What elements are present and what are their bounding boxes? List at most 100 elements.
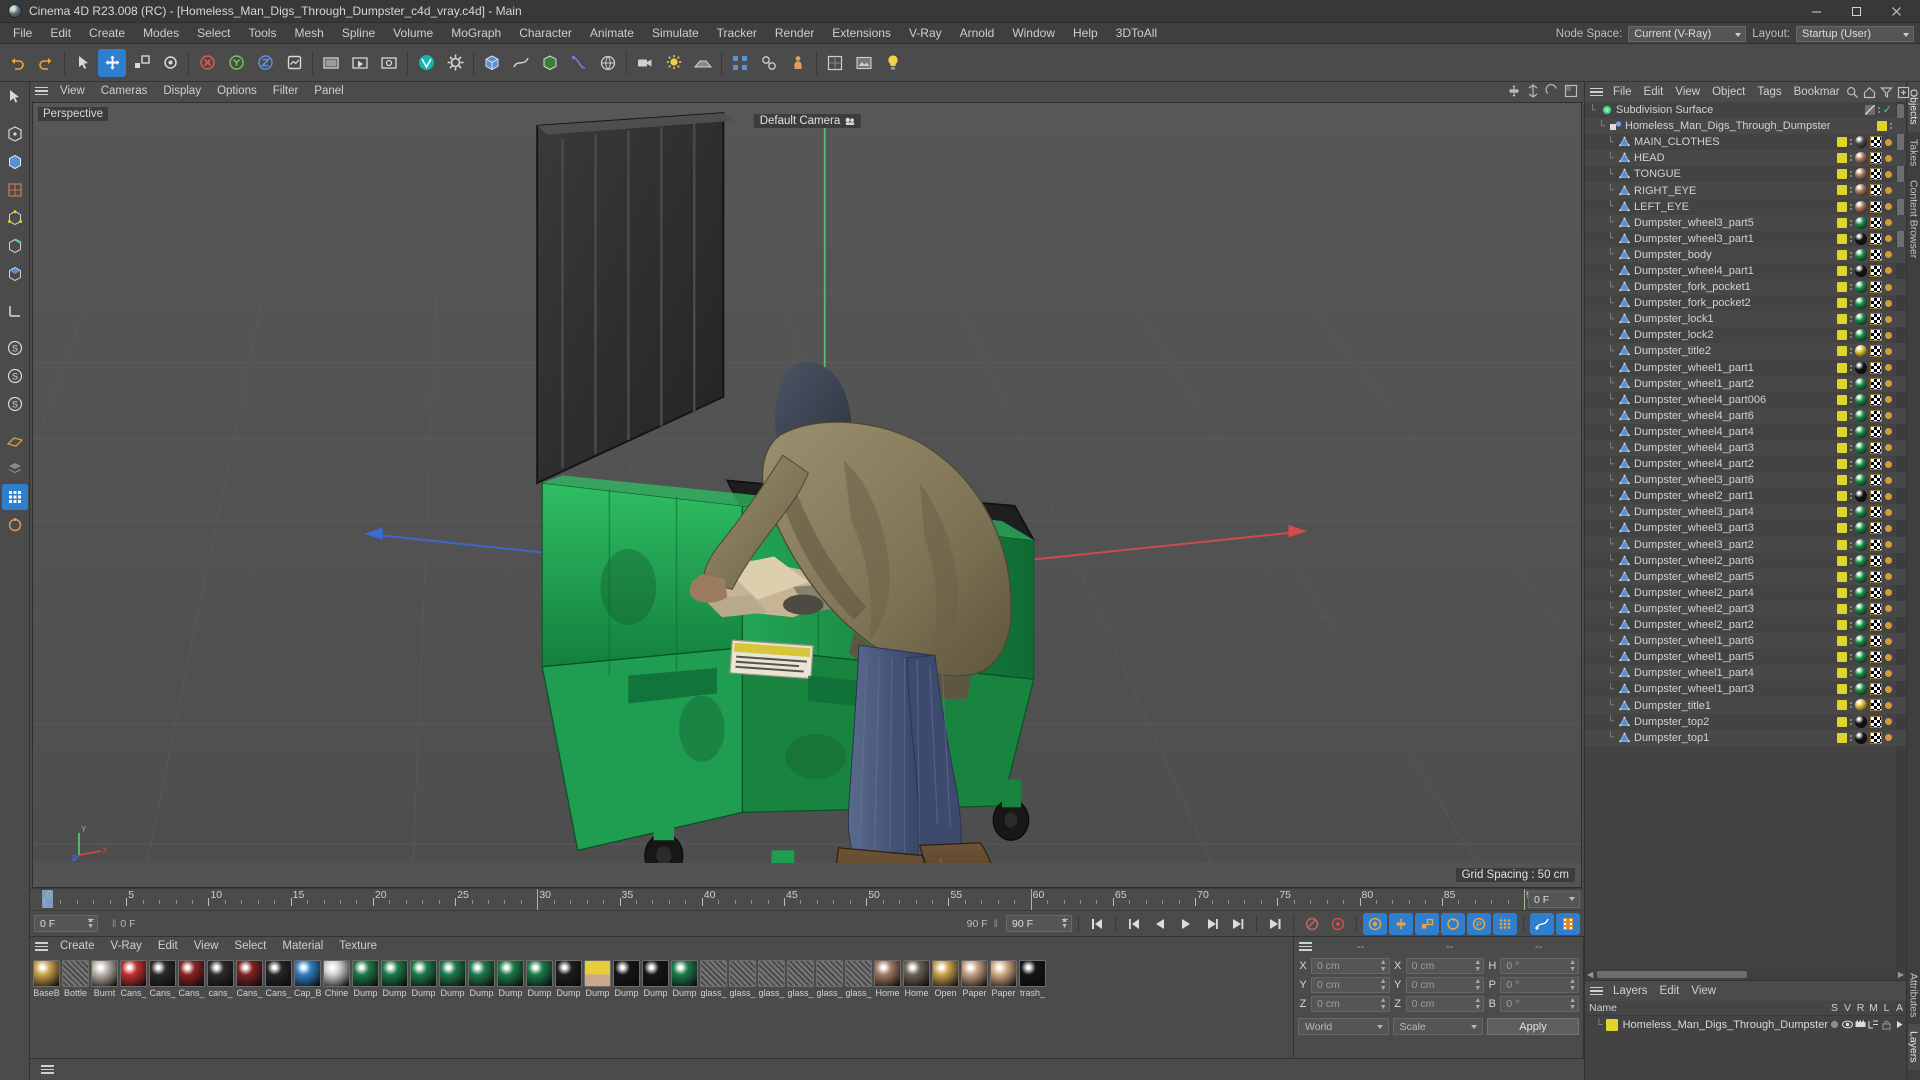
object-visibility-dots[interactable] <box>1850 348 1852 354</box>
material-item[interactable]: Burnt <box>91 960 118 1054</box>
add-deformer-button[interactable] <box>565 49 593 77</box>
material-tag-icon[interactable] <box>1855 683 1867 695</box>
model-mode-button[interactable] <box>2 149 28 175</box>
menu-mograph[interactable]: MoGraph <box>442 23 510 44</box>
object-visibility-dots[interactable] <box>1850 445 1852 451</box>
layer-menu-edit[interactable]: Edit <box>1654 981 1686 1001</box>
object-visibility-dots[interactable] <box>1850 735 1852 741</box>
tag-marker-icon[interactable] <box>1885 718 1892 725</box>
object-row[interactable]: └Dumpster_wheel4_part3 <box>1585 440 1906 456</box>
material-item[interactable]: Cans_ <box>265 960 292 1054</box>
object-row[interactable]: └Dumpster_wheel1_part2 <box>1585 376 1906 392</box>
object-menu-edit[interactable]: Edit <box>1638 82 1670 102</box>
vray-settings-button[interactable] <box>441 49 469 77</box>
tag-marker-icon[interactable] <box>1885 734 1892 741</box>
object-visibility-dots[interactable] <box>1850 187 1852 193</box>
search-icon[interactable] <box>1846 86 1859 99</box>
material-tag-icon[interactable] <box>1855 474 1867 486</box>
object-row[interactable]: └MAIN_CLOTHES <box>1585 134 1906 150</box>
object-row[interactable]: └Subdivision Surface✓ <box>1585 102 1906 118</box>
material-item[interactable]: Cans_ <box>178 960 205 1054</box>
tag-marker-icon[interactable] <box>1885 251 1892 258</box>
render-region-button[interactable] <box>346 49 374 77</box>
perspective-viewport[interactable]: Perspective Default Camera Grid Spacing … <box>32 102 1582 888</box>
layout-select[interactable]: Startup (User) <box>1796 26 1914 42</box>
object-row[interactable]: └Dumpster_top2 <box>1585 714 1906 730</box>
redo-button[interactable] <box>32 49 60 77</box>
object-layer-swatch[interactable] <box>1837 153 1847 163</box>
layer-empty-area[interactable] <box>1585 1033 1906 1080</box>
material-item[interactable]: glass_ <box>816 960 843 1054</box>
axis-z-lock-button[interactable] <box>251 49 279 77</box>
object-tree[interactable]: └Subdivision Surface✓└Homeless_Man_Digs_… <box>1585 102 1906 969</box>
material-tag-icon[interactable] <box>1855 539 1867 551</box>
object-visibility-dots[interactable] <box>1850 236 1852 242</box>
object-row[interactable]: └LEFT_EYE <box>1585 199 1906 215</box>
object-visibility-dots[interactable] <box>1878 107 1880 113</box>
material-menu-create[interactable]: Create <box>52 937 103 956</box>
material-tag-icon[interactable] <box>1855 249 1867 261</box>
tag-marker-icon[interactable] <box>1885 622 1892 629</box>
uv-tag-icon[interactable] <box>1870 410 1882 422</box>
object-row[interactable]: └Dumpster_wheel4_part006 <box>1585 392 1906 408</box>
uv-tag-icon[interactable] <box>1870 297 1882 309</box>
menu-volume[interactable]: Volume <box>384 23 442 44</box>
tag-marker-icon[interactable] <box>1885 605 1892 612</box>
object-layer-swatch[interactable] <box>1837 330 1847 340</box>
material-item[interactable]: Dump <box>410 960 437 1054</box>
timeline-ticks[interactable]: 051015202530354045505560657075808590 <box>44 889 1524 910</box>
menu-tools[interactable]: Tools <box>239 23 285 44</box>
object-visibility-dots[interactable] <box>1850 413 1852 419</box>
tag-marker-icon[interactable] <box>1885 509 1892 516</box>
viewport-menu-cameras[interactable]: Cameras <box>93 82 156 100</box>
viewport-menu-options[interactable]: Options <box>209 82 265 100</box>
uv-tag-icon[interactable] <box>1870 313 1882 325</box>
material-item[interactable]: Open <box>932 960 959 1054</box>
menu-v-ray[interactable]: V-Ray <box>900 23 951 44</box>
object-row[interactable]: └Dumpster_wheel1_part1 <box>1585 360 1906 376</box>
object-visibility-dots[interactable] <box>1850 719 1852 725</box>
viewport-menu-panel[interactable]: Panel <box>306 82 351 100</box>
tag-marker-icon[interactable] <box>1885 139 1892 146</box>
object-layer-swatch[interactable] <box>1837 169 1847 179</box>
tag-marker-icon[interactable] <box>1885 461 1892 468</box>
key-parameter-button[interactable]: P <box>1467 913 1491 935</box>
object-layer-swatch[interactable] <box>1837 604 1847 614</box>
object-visibility-swatch[interactable] <box>1865 105 1875 115</box>
object-layer-swatch[interactable] <box>1837 636 1847 646</box>
object-visibility-dots[interactable] <box>1850 493 1852 499</box>
previous-keyframe-button[interactable] <box>1122 913 1146 935</box>
add-bookmark-icon[interactable] <box>1897 86 1910 99</box>
next-keyframe-button[interactable] <box>1226 913 1250 935</box>
object-row[interactable]: └Dumpster_wheel4_part1 <box>1585 263 1906 279</box>
material-item[interactable]: Dump <box>352 960 379 1054</box>
tag-marker-icon[interactable] <box>1885 428 1892 435</box>
material-tag-icon[interactable] <box>1855 265 1867 277</box>
material-item[interactable]: glass_ <box>787 960 814 1054</box>
object-row[interactable]: └Dumpster_wheel3_part4 <box>1585 504 1906 520</box>
object-layer-swatch[interactable] <box>1837 298 1847 308</box>
material-tag-icon[interactable] <box>1855 217 1867 229</box>
layer-menu-view[interactable]: View <box>1685 981 1722 1001</box>
object-layer-swatch[interactable] <box>1837 411 1847 421</box>
object-visibility-dots[interactable] <box>1850 365 1852 371</box>
object-layer-swatch[interactable] <box>1837 717 1847 727</box>
object-row[interactable]: └Dumpster_wheel4_part4 <box>1585 424 1906 440</box>
object-visibility-dots[interactable] <box>1850 542 1852 548</box>
uv-tag-icon[interactable] <box>1870 249 1882 261</box>
menu-help[interactable]: Help <box>1064 23 1107 44</box>
material-item[interactable]: Paper <box>990 960 1017 1054</box>
status-burger-icon[interactable] <box>36 1060 58 1079</box>
axis-y-lock-button[interactable] <box>222 49 250 77</box>
object-layer-swatch[interactable] <box>1877 121 1887 131</box>
add-spline-button[interactable] <box>507 49 535 77</box>
uv-tag-icon[interactable] <box>1870 635 1882 647</box>
motion-trail-button[interactable] <box>1530 913 1554 935</box>
menu-arnold[interactable]: Arnold <box>951 23 1004 44</box>
texture-mode-button[interactable] <box>2 177 28 203</box>
object-row[interactable]: └Dumpster_wheel2_part6 <box>1585 553 1906 569</box>
material-item[interactable]: Dump <box>497 960 524 1054</box>
point-level-animation-button[interactable] <box>1493 913 1517 935</box>
object-layer-swatch[interactable] <box>1837 314 1847 324</box>
tag-marker-icon[interactable] <box>1885 573 1892 580</box>
